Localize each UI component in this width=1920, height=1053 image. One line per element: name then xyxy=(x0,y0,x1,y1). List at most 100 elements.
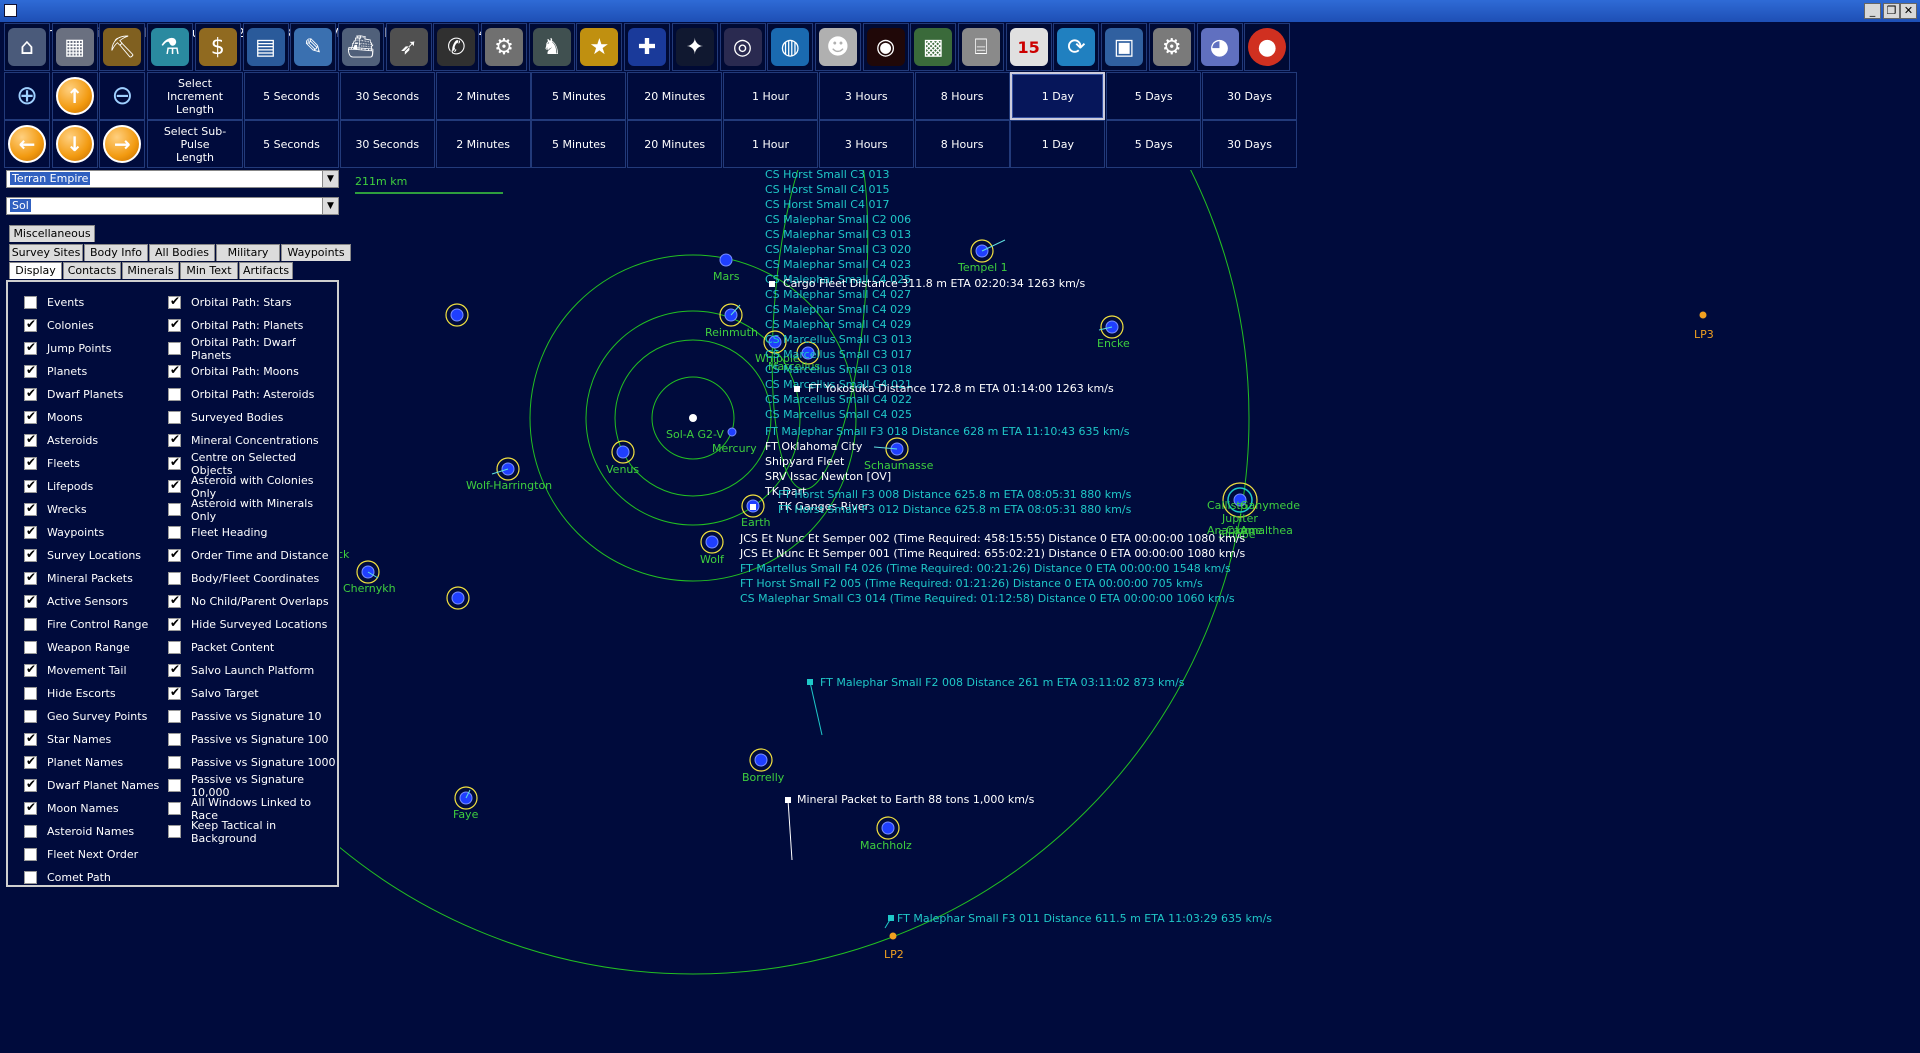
crystal-ball-button[interactable]: ◕ xyxy=(1196,23,1243,71)
fleet-label[interactable]: CS Marcellus Small C3 018 xyxy=(765,363,912,376)
increment-option[interactable]: 2 Minutes xyxy=(435,72,531,120)
option-events[interactable]: Events xyxy=(24,291,84,314)
option-asteroid-with-minerals-only[interactable]: Asteroid with Minerals Only xyxy=(168,497,337,523)
tab-body-info[interactable]: Body Info xyxy=(84,244,148,261)
checkbox[interactable] xyxy=(168,733,181,746)
fleet-label[interactable]: CS Marcellus Small C3 017 xyxy=(765,348,912,361)
fleet-marker[interactable] xyxy=(769,281,775,287)
checkbox[interactable] xyxy=(24,296,37,309)
checkbox[interactable] xyxy=(168,342,181,355)
option-waypoints[interactable]: Waypoints xyxy=(24,521,104,544)
fleet-label[interactable]: JCS Et Nunc Et Semper 001 (Time Required… xyxy=(739,547,1246,560)
fleet-label[interactable]: JCS Et Nunc Et Semper 002 (Time Required… xyxy=(739,532,1246,545)
fleet-label[interactable]: CS Malephar Small C4 029 xyxy=(765,303,911,316)
subpulse-option[interactable]: 20 Minutes xyxy=(627,120,723,168)
checkbox[interactable] xyxy=(168,294,181,309)
option-movement-tail[interactable]: Movement Tail xyxy=(24,659,127,682)
lagrange-point-marker[interactable] xyxy=(889,932,897,940)
tab-military[interactable]: Military xyxy=(216,244,280,261)
option-moons[interactable]: Moons xyxy=(24,406,83,429)
increment-option[interactable]: 5 Days xyxy=(1106,72,1202,120)
option-dwarf-planets[interactable]: Dwarf Planets xyxy=(24,383,123,406)
checkbox[interactable] xyxy=(24,570,37,585)
checkbox[interactable] xyxy=(168,503,181,516)
galaxy-button[interactable]: ◎ xyxy=(719,23,766,71)
fleet-label[interactable]: FT Horst Small F3 008 Distance 625.8 m E… xyxy=(778,488,1132,501)
industry-button[interactable]: ▦ xyxy=(51,23,98,71)
subpulse-option[interactable]: 2 Minutes xyxy=(435,120,531,168)
checkbox[interactable] xyxy=(168,317,181,332)
option-keep-tactical-in-background[interactable]: Keep Tactical in Background xyxy=(168,819,337,845)
option-orbital-path-dwarf-planets[interactable]: Orbital Path: Dwarf Planets xyxy=(168,336,337,362)
checkbox[interactable] xyxy=(24,825,37,838)
fleet-label[interactable]: FT Martellus Small F4 026 (Time Required… xyxy=(740,562,1231,575)
option-all-windows-linked-to-race[interactable]: All Windows Linked to Race xyxy=(168,796,337,822)
option-colonies[interactable]: Colonies xyxy=(24,314,94,337)
subpulse-option[interactable]: 1 Hour xyxy=(723,120,818,168)
subpulse-option[interactable]: 5 Days xyxy=(1106,120,1202,168)
checkbox[interactable] xyxy=(24,501,37,516)
option-planets[interactable]: Planets xyxy=(24,360,87,383)
zoom-in-button[interactable]: ⊕ xyxy=(4,72,50,120)
body-wolf[interactable] xyxy=(705,535,719,549)
alien-head-button[interactable]: ☻ xyxy=(814,23,861,71)
subpulse-option[interactable]: 8 Hours xyxy=(914,120,1010,168)
option-mineral-packets[interactable]: Mineral Packets xyxy=(24,567,133,590)
option-body-fleet-coordinates[interactable]: Body/Fleet Coordinates xyxy=(168,567,319,590)
body-mars[interactable] xyxy=(719,253,733,267)
option-salvo-launch-platform[interactable]: Salvo Launch Platform xyxy=(168,659,314,682)
checkbox[interactable] xyxy=(24,848,37,861)
body-mercury[interactable] xyxy=(727,427,737,437)
fleet-label[interactable]: Shipyard Fleet xyxy=(765,455,845,468)
tab-survey-sites[interactable]: Survey Sites xyxy=(9,244,83,261)
option-orbital-path-moons[interactable]: Orbital Path: Moons xyxy=(168,360,299,383)
commander-button[interactable]: ♞ xyxy=(528,23,575,71)
tab-miscellaneous[interactable]: Miscellaneous xyxy=(9,225,95,242)
fleet-label[interactable]: FT Malephar Small F3 011 Distance 611.5 … xyxy=(897,912,1272,925)
fleet-marker[interactable] xyxy=(794,386,800,392)
fleet-label[interactable]: FT Malephar Small F2 008 Distance 261 m … xyxy=(820,676,1185,689)
checkbox[interactable] xyxy=(168,616,181,631)
body-machholz[interactable] xyxy=(881,821,895,835)
option-asteroids[interactable]: Asteroids xyxy=(24,429,98,452)
race-select[interactable]: Terran Empire ▼ xyxy=(6,170,339,188)
checkbox[interactable] xyxy=(24,340,37,355)
option-passive-vs-signature-10-000[interactable]: Passive vs Signature 10,000 xyxy=(168,773,337,799)
option-passive-vs-signature-100[interactable]: Passive vs Signature 100 xyxy=(168,728,328,751)
increment-option[interactable]: 5 Seconds xyxy=(244,72,339,120)
fleet-label[interactable]: CS Malephar Small C3 020 xyxy=(765,243,911,256)
zoom-out-button[interactable]: ⊖ xyxy=(99,72,146,120)
option-orbital-path-planets[interactable]: Orbital Path: Planets xyxy=(168,314,303,337)
mining-cart-button[interactable]: ⛏ xyxy=(99,23,146,71)
fleet-label[interactable]: CS Malephar Small C3 013 xyxy=(765,228,911,241)
checkbox[interactable] xyxy=(24,800,37,815)
option-survey-locations[interactable]: Survey Locations xyxy=(24,544,141,567)
checkbox[interactable] xyxy=(24,432,37,447)
checkbox[interactable] xyxy=(168,411,181,424)
option-comet-path[interactable]: Comet Path xyxy=(24,866,111,889)
option-packet-content[interactable]: Packet Content xyxy=(168,636,274,659)
increment-option[interactable]: 3 Hours xyxy=(818,72,914,120)
checkbox[interactable] xyxy=(168,685,181,700)
close-button[interactable]: ✕ xyxy=(1900,3,1917,19)
system-map[interactable]: 211m km Sol-A G2-V Mercury Venus Earth Mars Re… xyxy=(340,170,1920,1053)
option-no-child-parent-overlaps[interactable]: No Child/Parent Overlaps xyxy=(168,590,329,613)
ground-unit-button[interactable]: ✆ xyxy=(433,23,480,71)
arrow-down-button[interactable]: ↓ xyxy=(51,120,98,168)
increment-option[interactable]: 30 Seconds xyxy=(339,72,435,120)
checkbox[interactable] xyxy=(168,825,181,838)
checkbox[interactable] xyxy=(24,409,37,424)
increment-option[interactable]: 1 Day xyxy=(1010,72,1106,120)
government-building-button[interactable]: ⌸ xyxy=(958,23,1004,71)
checkbox[interactable] xyxy=(24,593,37,608)
option-surveyed-bodies[interactable]: Surveyed Bodies xyxy=(168,406,283,429)
checkbox[interactable] xyxy=(24,871,37,884)
system-map-canvas[interactable]: 211m km Sol-A G2-VMercury Venus Earth Mars Re… xyxy=(340,170,1920,1053)
fleet-label[interactable]: CS Malephar Small C4 029 xyxy=(765,318,911,331)
option-asteroid-names[interactable]: Asteroid Names xyxy=(24,820,134,843)
option-hide-surveyed-locations[interactable]: Hide Surveyed Locations xyxy=(168,613,327,636)
fleet-label[interactable]: CS Horst Small C4 015 xyxy=(765,183,889,196)
option-dwarf-planet-names[interactable]: Dwarf Planet Names xyxy=(24,774,159,797)
fleet-label[interactable]: SRV Issac Newton [OV] xyxy=(765,470,891,483)
checkbox[interactable] xyxy=(168,756,181,769)
